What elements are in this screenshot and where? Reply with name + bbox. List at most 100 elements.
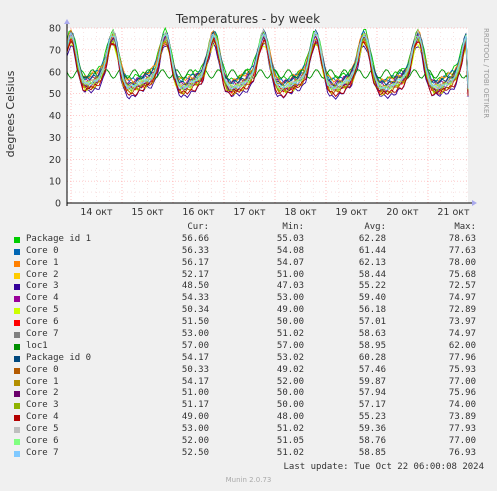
legend-swatch xyxy=(14,403,20,410)
legend-swatch xyxy=(14,367,20,374)
legend-max: 78.63 xyxy=(448,233,476,244)
legend-cur: 57.00 xyxy=(181,340,209,351)
y-tick-label: 70 xyxy=(49,45,61,56)
legend-min: 53.00 xyxy=(276,293,304,304)
legend-row: Core 0 50.33 49.02 57.46 75.93 xyxy=(12,365,492,377)
legend-name: Core 1 xyxy=(26,257,59,268)
legend-min: 50.00 xyxy=(276,400,304,411)
munin-version: Munin 2.0.73 xyxy=(225,476,272,484)
legend-avg: 58.63 xyxy=(358,329,386,340)
x-tick-label: 20 окт xyxy=(386,207,419,218)
x-tick-label: 17 окт xyxy=(233,207,266,218)
legend-avg: 62.28 xyxy=(358,233,386,244)
legend-min: 48.00 xyxy=(276,412,304,423)
legend-cur: 54.33 xyxy=(181,293,209,304)
legend-avg: 59.36 xyxy=(358,424,386,435)
legend-swatch xyxy=(14,343,20,350)
legend-avg: 57.17 xyxy=(358,400,386,411)
y-tick-label: 40 xyxy=(49,111,61,122)
legend-cur: 56.33 xyxy=(181,245,209,256)
legend-swatch xyxy=(14,427,20,434)
legend-name: Core 6 xyxy=(26,436,59,447)
legend-name: Package id 1 xyxy=(26,233,92,244)
legend-row: Core 3 51.17 50.00 57.17 74.00 xyxy=(12,400,492,412)
legend-avg: 58.85 xyxy=(358,447,386,458)
legend-avg: 55.22 xyxy=(358,281,386,292)
legend-name: Core 4 xyxy=(26,293,59,304)
legend-name: Core 2 xyxy=(26,269,59,280)
legend-swatch xyxy=(14,236,20,243)
x-tick-label: 14 окт xyxy=(80,207,113,218)
legend-cur: 54.17 xyxy=(181,352,209,363)
legend-swatch xyxy=(14,260,20,267)
legend-swatch xyxy=(14,415,20,422)
y-tick-label: 30 xyxy=(49,133,61,144)
legend-cur: 50.34 xyxy=(181,305,209,316)
legend-cur: 53.00 xyxy=(181,329,209,340)
legend-header-cur: Cur: xyxy=(187,222,209,232)
legend-row: Core 3 48.50 47.03 55.22 72.57 xyxy=(12,281,492,293)
legend-swatch xyxy=(14,248,20,255)
legend-avg: 57.01 xyxy=(358,317,386,328)
legend-max: 77.00 xyxy=(448,376,476,387)
legend-max: 75.93 xyxy=(448,364,476,375)
legend-rows: Package id 1 56.66 55.03 62.28 78.63 Core 0 56… xyxy=(12,234,492,460)
legend-row: Core 0 56.33 54.08 61.44 77.63 xyxy=(12,246,492,258)
legend-name: loc1 xyxy=(26,340,48,351)
legend-name: Core 3 xyxy=(26,400,59,411)
chart-title: Temperatures - by week xyxy=(175,12,320,26)
legend-min: 51.02 xyxy=(276,424,304,435)
y-tick-label: 60 xyxy=(49,67,61,78)
legend: Cur: Min: Avg: Max: Package id 1 56.66 55.… xyxy=(12,222,492,460)
legend-min: 47.03 xyxy=(276,281,304,292)
legend-avg: 56.18 xyxy=(358,305,386,316)
x-tick-label: 19 окт xyxy=(335,207,368,218)
x-axis-arrow xyxy=(472,200,477,206)
legend-row: Core 2 52.17 51.00 58.44 75.68 xyxy=(12,270,492,282)
legend-avg: 61.44 xyxy=(358,245,386,256)
legend-max: 77.00 xyxy=(448,436,476,447)
legend-min: 55.03 xyxy=(276,233,304,244)
y-tick-label: 10 xyxy=(49,177,61,188)
legend-swatch xyxy=(14,296,20,303)
legend-header-avg: Avg: xyxy=(364,222,386,232)
legend-max: 74.00 xyxy=(448,400,476,411)
legend-min: 49.02 xyxy=(276,364,304,375)
legend-cur: 52.17 xyxy=(181,269,209,280)
legend-header-min: Min: xyxy=(282,222,304,232)
legend-cur: 54.17 xyxy=(181,376,209,387)
legend-name: Core 6 xyxy=(26,317,59,328)
legend-row: Core 2 51.00 50.00 57.94 75.96 xyxy=(12,388,492,400)
legend-min: 51.00 xyxy=(276,269,304,280)
legend-row: Core 6 51.50 50.00 57.01 73.97 xyxy=(12,317,492,329)
legend-row: Core 4 49.00 48.00 55.23 73.89 xyxy=(12,412,492,424)
legend-cur: 51.17 xyxy=(181,400,209,411)
legend-avg: 57.46 xyxy=(358,364,386,375)
legend-row: Core 1 54.17 52.00 59.87 77.00 xyxy=(12,377,492,389)
x-tick-label: 21 окт xyxy=(437,207,470,218)
legend-row: Core 1 56.17 54.07 62.13 78.00 xyxy=(12,258,492,270)
y-tick-label: 20 xyxy=(49,155,61,166)
legend-max: 73.89 xyxy=(448,412,476,423)
legend-header-max: Max: xyxy=(454,222,476,232)
legend-name: Package id 0 xyxy=(26,352,92,363)
x-tick-label: 15 окт xyxy=(131,207,164,218)
legend-avg: 60.28 xyxy=(358,352,386,363)
legend-max: 74.97 xyxy=(448,293,476,304)
legend-min: 50.00 xyxy=(276,317,304,328)
y-tick-label: 50 xyxy=(49,89,61,100)
legend-name: Core 2 xyxy=(26,388,59,399)
y-axis-label: degrees Celsius xyxy=(4,70,17,157)
y-axis-arrow xyxy=(64,19,70,24)
legend-row: Core 7 53.00 51.02 58.63 74.97 xyxy=(12,329,492,341)
legend-avg: 55.23 xyxy=(358,412,386,423)
legend-max: 72.57 xyxy=(448,281,476,292)
legend-min: 50.00 xyxy=(276,388,304,399)
legend-row: Package id 0 54.17 53.02 60.28 77.96 xyxy=(12,353,492,365)
legend-row: loc1 57.00 57.00 58.95 62.00 xyxy=(12,341,492,353)
legend-min: 51.02 xyxy=(276,329,304,340)
legend-row: Core 5 50.34 49.00 56.18 72.89 xyxy=(12,305,492,317)
legend-max: 77.96 xyxy=(448,352,476,363)
legend-max: 76.93 xyxy=(448,447,476,458)
legend-cur: 52.50 xyxy=(181,447,209,458)
